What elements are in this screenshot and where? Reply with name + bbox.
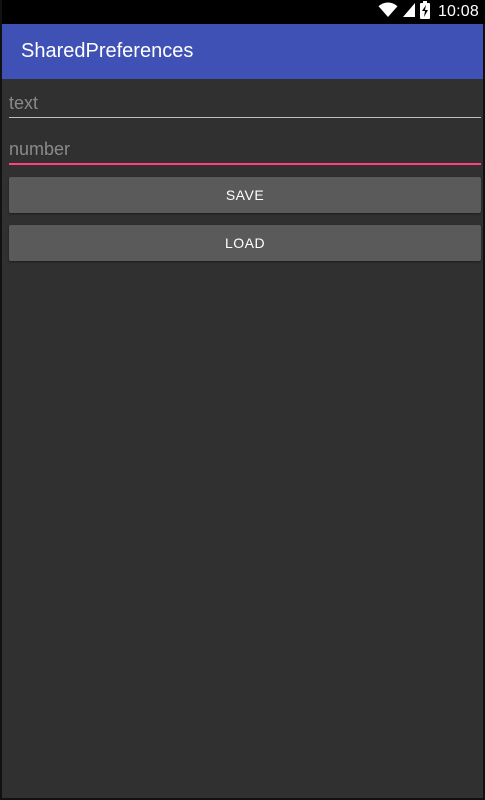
wifi-icon	[378, 1, 398, 23]
battery-charging-icon	[419, 0, 430, 24]
save-button[interactable]: SAVE	[9, 177, 481, 213]
text-input[interactable]	[9, 89, 481, 117]
number-input-underline	[9, 163, 481, 165]
number-field	[9, 135, 481, 165]
status-bar: 10:08	[2, 0, 485, 24]
load-button[interactable]: LOAD	[9, 225, 481, 261]
text-field	[9, 89, 481, 118]
status-icons: 10:08	[378, 0, 479, 24]
number-input[interactable]	[9, 135, 481, 163]
app-screen: 10:08 SharedPreferences SAVE LOAD	[0, 0, 485, 800]
status-time: 10:08	[437, 3, 479, 20]
app-bar: SharedPreferences	[2, 24, 483, 79]
app-title: SharedPreferences	[21, 40, 194, 62]
text-input-underline	[9, 117, 481, 118]
signal-icon	[402, 2, 416, 23]
